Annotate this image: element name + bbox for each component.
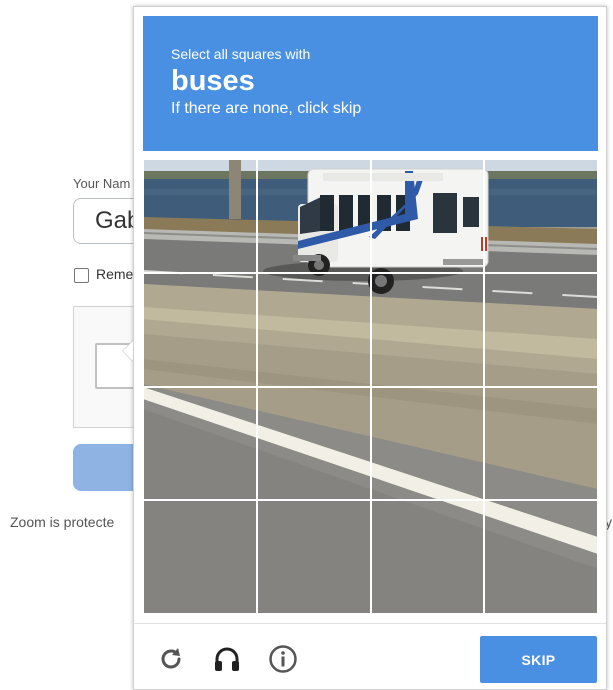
grid-tile-14[interactable] bbox=[256, 500, 371, 614]
image-grid bbox=[143, 159, 598, 614]
remember-me-checkbox[interactable] bbox=[74, 268, 89, 283]
grid-tile-7[interactable] bbox=[370, 272, 485, 387]
tile-grid bbox=[143, 159, 598, 614]
grid-tile-4[interactable] bbox=[484, 159, 598, 273]
grid-tile-13[interactable] bbox=[143, 500, 257, 614]
grid-tile-15[interactable] bbox=[370, 500, 485, 614]
popup-pointer-inner bbox=[123, 341, 133, 361]
target-object: buses bbox=[171, 65, 255, 97]
grid-tile-2[interactable] bbox=[256, 159, 371, 273]
info-icon[interactable] bbox=[266, 642, 300, 676]
grid-tile-9[interactable] bbox=[143, 386, 257, 501]
skip-button[interactable]: SKIP bbox=[480, 636, 597, 683]
grid-tile-11[interactable] bbox=[370, 386, 485, 501]
instruction-prefix: Select all squares with bbox=[171, 46, 311, 62]
grid-tile-3[interactable] bbox=[370, 159, 485, 273]
grid-tile-8[interactable] bbox=[484, 272, 598, 387]
grid-tile-16[interactable] bbox=[484, 500, 598, 614]
grid-tile-10[interactable] bbox=[256, 386, 371, 501]
grid-tile-1[interactable] bbox=[143, 159, 257, 273]
captcha-challenge-popup: Select all squares with buses If there a… bbox=[123, 6, 607, 690]
challenge-header: Select all squares with buses If there a… bbox=[143, 16, 598, 151]
grid-tile-12[interactable] bbox=[484, 386, 598, 501]
refresh-icon[interactable] bbox=[154, 642, 188, 676]
challenge-footer: SKIP bbox=[134, 623, 606, 690]
footer-text: Zoom is protecte bbox=[10, 514, 115, 530]
grid-tile-5[interactable] bbox=[143, 272, 257, 387]
instruction-suffix: If there are none, click skip bbox=[171, 100, 362, 117]
remember-me-label: Reme bbox=[96, 266, 134, 282]
grid-tile-6[interactable] bbox=[256, 272, 371, 387]
name-field-label: Your Nam bbox=[73, 176, 131, 191]
audio-headphones-icon[interactable] bbox=[210, 642, 244, 676]
